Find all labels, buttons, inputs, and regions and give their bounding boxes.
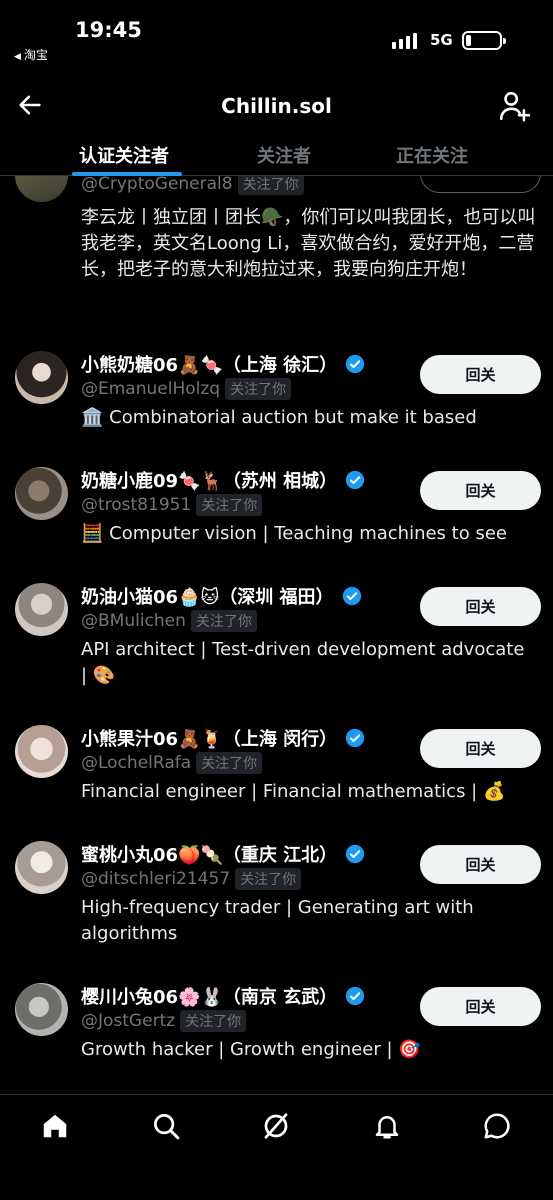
user-name-row: 樱川小兔06🌸🐰（南京 玄武） <box>81 983 365 1009</box>
user-name: 樱川小兔06🌸🐰（南京 玄武） <box>81 987 338 1008</box>
follows-you-badge: 关注了你 <box>190 610 257 632</box>
user-handle: @LochelRafa <box>81 753 192 773</box>
header: Chillin.sol <box>0 80 553 132</box>
user-handle: @BMulichen <box>81 611 186 631</box>
signal-icon <box>392 32 417 49</box>
status-bar: 19:45 ◀ 淘宝 5G <box>0 0 553 70</box>
verified-badge-icon <box>345 728 365 748</box>
back-app-label: 淘宝 <box>23 48 48 62</box>
user-bio: 🧮 Computer vision | Teaching machines to… <box>81 523 507 544</box>
handle-row: @EmanuelHolzq 关注了你 <box>81 378 292 400</box>
followers-list[interactable]: @CryptoGeneral8 关注了你 李云龙丨独立团丨团长🪖，你们可以叫我团… <box>0 176 553 1094</box>
user-bio: Growth hacker | Growth engineer | 🎯 <box>81 1039 421 1060</box>
handle-row: @LochelRafa 关注了你 <box>81 752 263 774</box>
user-bio: API architect | Test-driven development … <box>81 639 525 686</box>
follow-back-button[interactable]: 回关 <box>420 729 541 768</box>
handle-row: @ditschleri21457 关注了你 <box>81 868 302 890</box>
tab-following[interactable]: 正在关注 <box>396 142 468 168</box>
follow-back-button[interactable]: 回关 <box>420 471 541 510</box>
handle-row: @trost81951 关注了你 <box>81 494 263 516</box>
network-type: 5G <box>430 31 453 49</box>
user-name: 小熊果汁06🧸🍹（上海 闵行） <box>81 729 338 750</box>
avatar[interactable] <box>15 467 68 520</box>
back-to-app-link[interactable]: ◀ 淘宝 <box>14 46 48 63</box>
user-handle: @EmanuelHolzq <box>81 379 221 399</box>
user-name-row: 蜜桃小丸06🍑🍡（重庆 江北） <box>81 841 365 867</box>
follow-back-button[interactable]: 回关 <box>420 587 541 626</box>
verified-badge-icon <box>345 354 365 374</box>
follows-you-badge: 关注了你 <box>235 868 302 890</box>
verified-badge-icon <box>345 986 365 1006</box>
handle-row: @BMulichen 关注了你 <box>81 610 257 632</box>
back-triangle-icon: ◀ <box>14 52 21 62</box>
handle-row: @JostGertz 关注了你 <box>81 1010 247 1032</box>
battery-icon <box>462 31 506 50</box>
follows-you-badge: 关注了你 <box>237 176 304 195</box>
user-name: 小熊奶糖06🧸🍬（上海 徐汇） <box>81 355 338 376</box>
grok-icon[interactable] <box>261 1111 291 1141</box>
messages-icon[interactable] <box>482 1111 512 1141</box>
notifications-icon[interactable] <box>372 1111 402 1141</box>
avatar[interactable] <box>15 725 68 778</box>
user-handle: @trost81951 <box>81 495 192 515</box>
follow-back-button[interactable]: 回关 <box>420 987 541 1026</box>
avatar[interactable] <box>15 841 68 894</box>
follows-you-badge: 关注了你 <box>180 1010 247 1032</box>
user-bio: 🏛️ Combinatorial auction but make it bas… <box>81 407 477 428</box>
verified-badge-icon <box>345 470 365 490</box>
tab-followers[interactable]: 关注者 <box>257 142 311 168</box>
follow-back-button[interactable]: 回关 <box>420 355 541 394</box>
tab-bar: 认证关注者 关注者 正在关注 <box>0 134 553 176</box>
user-handle: @ditschleri21457 <box>81 869 231 889</box>
user-name-row: 小熊奶糖06🧸🍬（上海 徐汇） <box>81 351 365 377</box>
follow-back-button[interactable]: 回关 <box>420 845 541 884</box>
tab-verified-followers[interactable]: 认证关注者 <box>79 142 169 168</box>
user-bio: High-frequency trader | Generating art w… <box>81 897 474 944</box>
user-name: 奶糖小鹿09🍬🦌（苏州 相城） <box>81 471 338 492</box>
follows-you-badge: 关注了你 <box>225 378 292 400</box>
status-time: 19:45 <box>75 18 142 42</box>
search-icon[interactable] <box>151 1111 181 1141</box>
user-handle: @CryptoGeneral8 <box>81 176 233 194</box>
user-name-row: 奶糖小鹿09🍬🦌（苏州 相城） <box>81 467 365 493</box>
user-name: 蜜桃小丸06🍑🍡（重庆 江北） <box>81 845 338 866</box>
user-name: 奶油小猫06🧁🐱（深圳 福田） <box>81 587 334 608</box>
verified-badge-icon <box>342 586 361 606</box>
user-handle: @JostGertz <box>81 1011 176 1031</box>
avatar[interactable] <box>15 176 68 202</box>
page-title: Chillin.sol <box>221 94 332 118</box>
verified-badge-icon <box>345 844 365 864</box>
avatar[interactable] <box>15 983 68 1036</box>
home-icon[interactable] <box>40 1111 70 1141</box>
user-name-row: 小熊果汁06🧸🍹（上海 闵行） <box>81 725 365 751</box>
follow-back-button[interactable] <box>420 176 541 193</box>
user-name-row: 奶油小猫06🧁🐱（深圳 福田） <box>81 583 362 609</box>
avatar[interactable] <box>15 351 68 404</box>
avatar[interactable] <box>15 583 68 636</box>
user-bio: 李云龙丨独立团丨团长🪖，你们可以叫我团长，也可以叫我老李，英文名Loong Li… <box>81 207 536 280</box>
handle-row: @CryptoGeneral8 关注了你 <box>81 176 304 195</box>
bottom-nav <box>0 1094 553 1200</box>
user-bio: Financial engineer | Financial mathemati… <box>81 781 506 802</box>
add-user-icon[interactable] <box>497 89 531 123</box>
follows-you-badge: 关注了你 <box>196 752 263 774</box>
follows-you-badge: 关注了你 <box>196 494 263 516</box>
